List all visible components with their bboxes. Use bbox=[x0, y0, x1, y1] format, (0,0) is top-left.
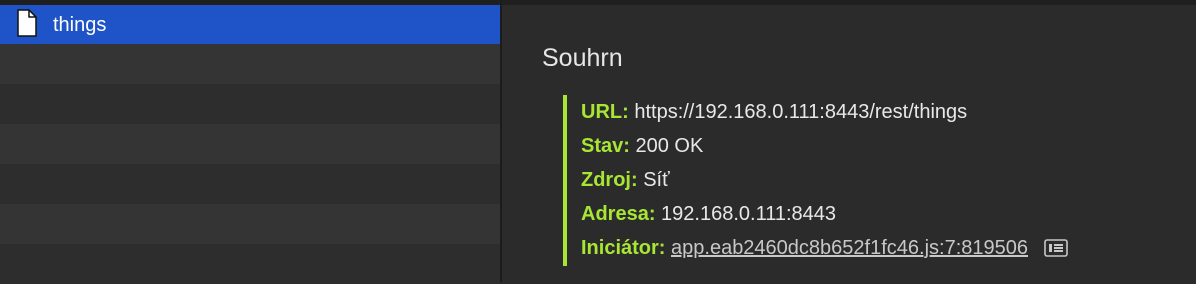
initiator-link[interactable]: app.eab2460dc8b652f1fc46.js:7:819506 bbox=[671, 237, 1028, 259]
source-value: Síť bbox=[643, 169, 670, 191]
summary-block: URL: https://192.168.0.111:8443/rest/thi… bbox=[563, 95, 1187, 266]
empty-row bbox=[0, 244, 500, 284]
initiator-row: Iniciátor: app.eab2460dc8b652f1fc46.js:7… bbox=[581, 237, 1068, 265]
document-icon bbox=[17, 9, 37, 37]
address-value: 192.168.0.111:8443 bbox=[661, 203, 837, 225]
url-value: https://192.168.0.111:8443/rest/things bbox=[634, 101, 968, 123]
status-row: Stav: 200 OK bbox=[581, 135, 703, 163]
reveal-in-sources-icon[interactable] bbox=[1043, 239, 1068, 257]
empty-row bbox=[0, 164, 500, 204]
address-row: Adresa: 192.168.0.111:8443 bbox=[581, 203, 836, 231]
status-key: Stav: bbox=[581, 135, 630, 157]
source-key: Zdroj: bbox=[581, 169, 638, 191]
address-key: Adresa: bbox=[581, 203, 656, 225]
empty-row bbox=[0, 204, 500, 244]
source-row: Zdroj: Síť bbox=[581, 169, 670, 197]
empty-row bbox=[0, 124, 500, 164]
url-row: URL: https://192.168.0.111:8443/rest/thi… bbox=[581, 101, 967, 129]
list-item-things[interactable]: things bbox=[0, 5, 500, 44]
request-list: things bbox=[0, 5, 500, 284]
status-value: 200 OK bbox=[635, 135, 704, 157]
url-key: URL: bbox=[581, 101, 629, 123]
details-pane: Souhrn URL: https://192.168.0.111:8443/r… bbox=[502, 5, 1196, 282]
initiator-key: Iniciátor: bbox=[581, 237, 666, 259]
empty-row bbox=[0, 44, 500, 84]
list-item-label: things bbox=[53, 14, 107, 36]
section-title: Souhrn bbox=[542, 44, 623, 72]
empty-row bbox=[0, 84, 500, 124]
